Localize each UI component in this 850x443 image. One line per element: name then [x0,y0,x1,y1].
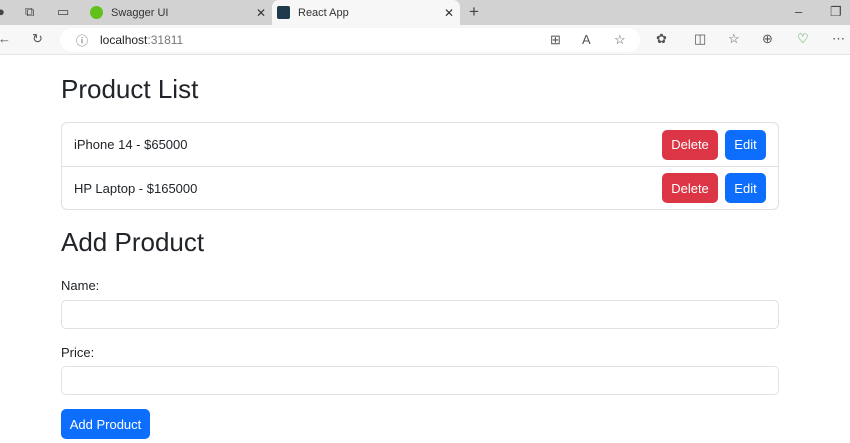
tab-title: React App [298,6,349,19]
delete-button[interactable]: Delete [662,173,718,203]
product-label: iPhone 14 - $65000 [74,137,188,152]
address-bar[interactable]: ⓘ localhost:31811 ⊞ A ☆ [60,28,640,52]
product-list: iPhone 14 - $65000 Delete Edit HP Laptop… [61,122,779,210]
product-label: HP Laptop - $165000 [74,180,198,196]
refresh-icon[interactable]: ↻ [32,31,43,47]
favorites-icon[interactable]: ☆ [728,31,740,47]
back-icon[interactable]: ← [0,31,11,46]
edit-button[interactable]: Edit [725,173,766,203]
swagger-favicon-icon [90,6,103,19]
collections-icon[interactable]: ⧉ [25,4,34,20]
app-available-icon[interactable]: ⊞ [550,32,561,48]
tab-bar: ● ⧉ ▭ Swagger UI ✕ React App ✕ + – ❐ [0,0,850,25]
product-item: HP Laptop - $165000 Delete Edit [62,166,778,209]
tab-react-app[interactable]: React App ✕ [272,0,460,25]
add-product-heading: Add Product [61,227,205,257]
close-tab-icon[interactable]: ✕ [256,6,266,20]
tab-actions-icon[interactable]: ▭ [57,4,69,20]
extensions-icon[interactable]: ✿ [656,31,667,47]
url-host: localhost [100,33,148,47]
address-bar-row: ← ↻ ⓘ localhost:31811 ⊞ A ☆ ✿ ◫ ☆ ⊕ ♡ ⋯ [0,25,850,55]
more-menu-icon[interactable]: ⋯ [832,31,845,47]
split-screen-icon[interactable]: ◫ [694,31,706,47]
name-input[interactable] [61,300,779,329]
minimize-icon[interactable]: – [795,4,802,19]
favorite-star-icon[interactable]: ☆ [614,32,626,48]
close-tab-icon[interactable]: ✕ [444,6,454,20]
browser-essentials-icon[interactable]: ♡ [797,31,809,47]
react-favicon-icon [277,6,290,19]
tab-title: Swagger UI [111,6,169,19]
url-port: :31811 [147,33,184,47]
collections-icon[interactable]: ⊕ [762,31,773,47]
profile-icon[interactable]: ● [0,4,5,19]
product-list-heading: Product List [61,74,199,104]
edit-button[interactable]: Edit [725,129,766,160]
read-aloud-icon[interactable]: A [582,32,591,47]
maximize-icon[interactable]: ❐ [830,4,842,20]
new-tab-icon[interactable]: + [469,2,479,22]
info-icon: ⓘ [76,33,89,48]
price-label: Price: [61,345,95,360]
price-input[interactable] [61,366,779,395]
name-label: Name: [61,278,100,293]
add-product-button[interactable]: Add Product [61,409,150,439]
tab-swagger-ui[interactable]: Swagger UI ✕ [85,0,272,25]
product-item: iPhone 14 - $65000 Delete Edit [62,123,778,166]
delete-button[interactable]: Delete [662,129,718,160]
